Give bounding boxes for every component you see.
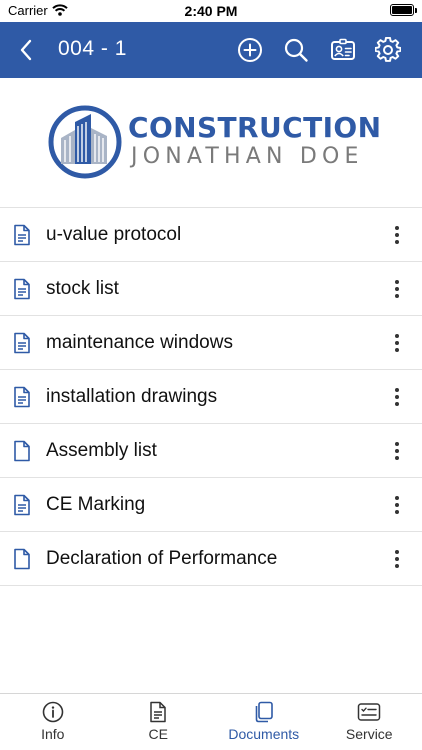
logo-owner-text: JONATHAN DOE xyxy=(131,144,364,169)
document-label: u-value protocol xyxy=(46,224,182,245)
contact-button[interactable] xyxy=(327,34,359,66)
document-text-icon xyxy=(14,332,30,354)
company-logo: CONSTRUCTION JONATHAN DOE xyxy=(0,78,422,208)
more-options-button[interactable] xyxy=(386,436,408,466)
more-options-button[interactable] xyxy=(386,490,408,520)
document-text-icon xyxy=(14,386,30,408)
tab-ce[interactable]: CE xyxy=(106,694,212,750)
document-label: installation drawings xyxy=(46,386,218,407)
search-icon xyxy=(284,38,308,62)
document-label: stock list xyxy=(46,278,119,299)
building-logo-icon xyxy=(48,105,122,179)
document-icon xyxy=(150,701,166,723)
logo-brand-text: CONSTRUCTION xyxy=(128,111,382,144)
document-blank-icon xyxy=(14,548,30,570)
gear-icon xyxy=(375,37,401,62)
documents-list: u-value protocol stock list maintenance … xyxy=(0,208,422,586)
more-options-button[interactable] xyxy=(386,544,408,574)
document-text-icon xyxy=(14,224,30,246)
document-label: CE Marking xyxy=(46,494,146,515)
more-options-button[interactable] xyxy=(386,274,408,304)
document-row-installation-drawings[interactable]: installation drawings xyxy=(0,370,422,424)
back-button[interactable] xyxy=(10,34,42,66)
settings-button[interactable] xyxy=(372,34,404,66)
contact-card-icon xyxy=(331,38,355,60)
page-title: 004 - 1 xyxy=(58,37,127,60)
checklist-icon xyxy=(358,703,381,721)
document-label: Assembly list xyxy=(46,440,157,461)
battery-icon xyxy=(390,4,417,16)
document-text-icon xyxy=(14,278,30,300)
document-blank-icon xyxy=(14,440,30,462)
add-button[interactable] xyxy=(234,34,266,66)
document-label: maintenance windows xyxy=(46,332,233,353)
document-label: Declaration of Performance xyxy=(46,548,278,569)
tab-label: Service xyxy=(345,726,393,742)
back-icon xyxy=(20,39,32,61)
documents-icon xyxy=(255,701,273,723)
document-row-u-value-protocol[interactable]: u-value protocol xyxy=(0,208,422,262)
document-row-assembly-list[interactable]: Assembly list xyxy=(0,424,422,478)
add-icon xyxy=(238,38,262,62)
tab-service[interactable]: Service xyxy=(317,694,422,750)
document-row-stock-list[interactable]: stock list xyxy=(0,262,422,316)
tab-documents[interactable]: Documents xyxy=(211,694,317,750)
status-time: 2:40 PM xyxy=(184,3,238,19)
navigation-bar: 004 - 1 xyxy=(0,22,422,78)
more-options-button[interactable] xyxy=(386,220,408,250)
more-options-button[interactable] xyxy=(386,382,408,412)
tab-bar: Info CE Documents Service xyxy=(0,693,422,750)
more-options-button[interactable] xyxy=(386,328,408,358)
status-bar: Carrier 2:40 PM xyxy=(0,0,422,22)
document-text-icon xyxy=(14,494,30,516)
document-row-ce-marking[interactable]: CE Marking xyxy=(0,478,422,532)
tab-label: CE xyxy=(148,726,168,742)
tab-info[interactable]: Info xyxy=(0,694,106,750)
tab-label: Info xyxy=(41,726,65,742)
tab-label: Documents xyxy=(228,726,300,742)
info-icon xyxy=(42,701,64,723)
search-button[interactable] xyxy=(280,34,312,66)
document-row-declaration-of-performance[interactable]: Declaration of Performance xyxy=(0,532,422,586)
document-row-maintenance-windows[interactable]: maintenance windows xyxy=(0,316,422,370)
